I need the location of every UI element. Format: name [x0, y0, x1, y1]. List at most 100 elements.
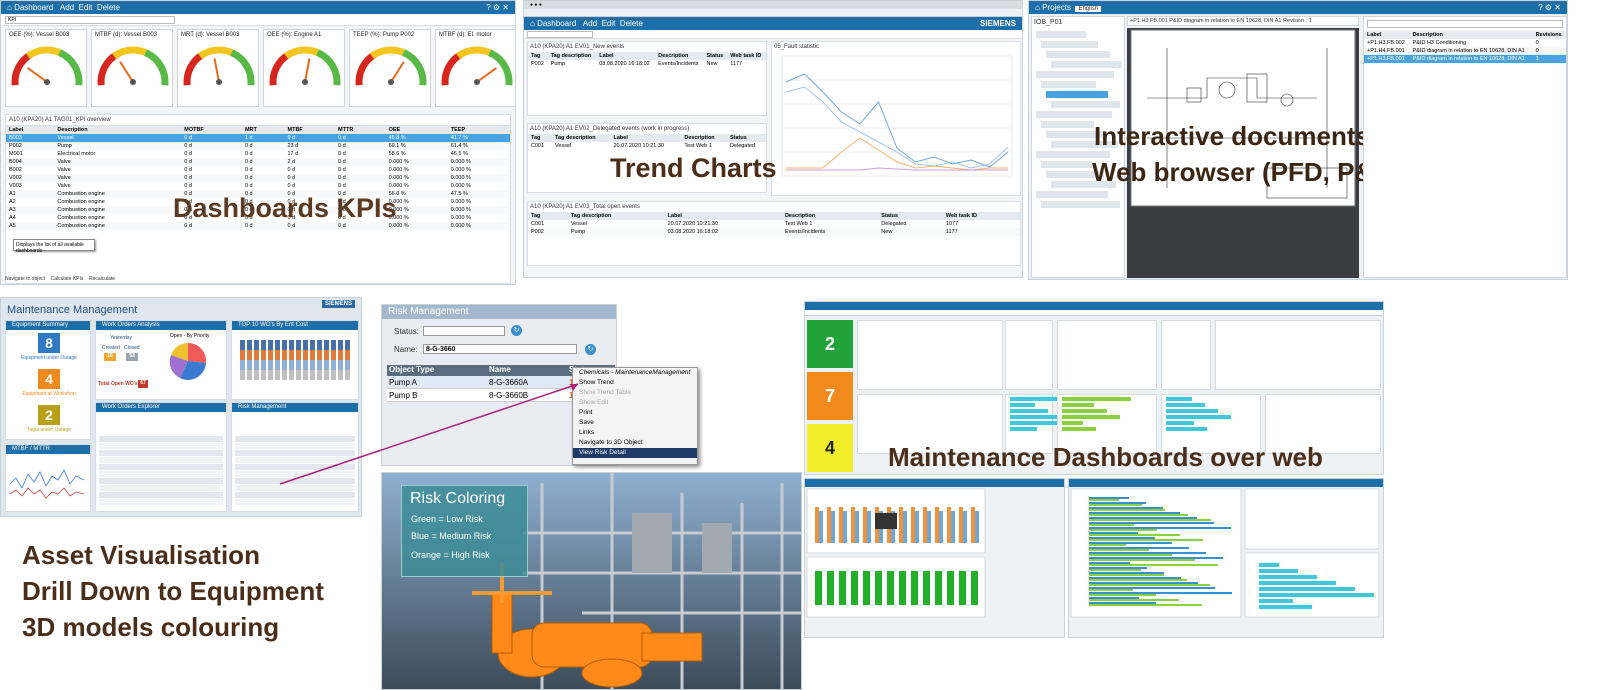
- name-search-icon[interactable]: ↻: [585, 344, 596, 355]
- table-row[interactable]: B002 Valve 0 d 0 d 0 d 0 d 0.000 % 0.000 %: [6, 166, 510, 174]
- column-header[interactable]: Tag description: [567, 212, 665, 220]
- kpi-gauge[interactable]: OEE (%): Engine A1: [263, 29, 345, 107]
- column-header[interactable]: Name: [487, 365, 567, 376]
- home-icon[interactable]: ⌂: [7, 3, 12, 12]
- table-row[interactable]: [99, 478, 223, 484]
- column-header[interactable]: Description: [655, 52, 704, 60]
- close-icon[interactable]: ✕: [1554, 3, 1561, 12]
- status-tile[interactable]: 2: [807, 320, 853, 368]
- tree-node[interactable]: [1041, 201, 1120, 208]
- equipment-count-tile[interactable]: 8: [38, 333, 60, 353]
- help-icon[interactable]: ?: [486, 3, 490, 12]
- table-row[interactable]: C001 Vessel 20.07.2020 10:21:30 Test Web 1 D…: [528, 220, 1020, 228]
- tree-node[interactable]: [1041, 161, 1092, 168]
- tree-node[interactable]: [1046, 51, 1110, 58]
- column-header[interactable]: Status: [703, 52, 728, 60]
- column-header[interactable]: Label: [1364, 31, 1410, 39]
- status-select[interactable]: [423, 326, 505, 336]
- column-header[interactable]: Status: [878, 212, 943, 220]
- table-row[interactable]: [99, 492, 223, 498]
- column-header[interactable]: OEE: [385, 126, 448, 134]
- status-tile[interactable]: 7: [807, 372, 853, 420]
- column-header[interactable]: Tag: [528, 212, 568, 220]
- table-row[interactable]: P002 Pump 0 d0 d 23 d0 d 69.1 % 61.4 %: [6, 142, 510, 150]
- column-header[interactable]: Description: [681, 134, 727, 142]
- document-row[interactable]: +P1.H4.FB.001 P&ID diagram in relation to…: [1364, 47, 1566, 55]
- column-header[interactable]: Label: [6, 126, 55, 134]
- tree-node[interactable]: [1041, 81, 1096, 88]
- table-row[interactable]: [235, 499, 355, 505]
- add-button[interactable]: Add: [583, 19, 597, 28]
- table-row[interactable]: [99, 485, 223, 491]
- dashboard-widget[interactable]: [1161, 320, 1211, 390]
- dashboard-tab[interactable]: Dashboard: [14, 3, 53, 12]
- column-header[interactable]: MTBF: [284, 126, 336, 134]
- column-header[interactable]: Tag: [528, 134, 553, 142]
- tree-node[interactable]: [1036, 71, 1114, 78]
- project-tree-root[interactable]: IOB_P01: [1032, 17, 1124, 28]
- table-row[interactable]: [99, 464, 223, 470]
- home-icon[interactable]: ⌂: [1035, 3, 1040, 12]
- language-select[interactable]: English: [1075, 6, 1102, 12]
- edit-button[interactable]: Edit: [602, 19, 616, 28]
- table-row[interactable]: [99, 457, 223, 463]
- tree-node[interactable]: [1041, 121, 1094, 128]
- tree-node[interactable]: [1036, 111, 1112, 118]
- recalculate-button[interactable]: Recalculate: [89, 276, 115, 282]
- column-header[interactable]: Description: [781, 212, 879, 220]
- column-header[interactable]: Description: [1409, 31, 1533, 39]
- delete-button[interactable]: Delete: [620, 19, 643, 28]
- tree-node[interactable]: [1036, 191, 1108, 198]
- dashboard-widget[interactable]: [1005, 320, 1053, 390]
- maint-web-tabs[interactable]: [805, 310, 1383, 316]
- table-row[interactable]: [99, 443, 223, 449]
- table-row[interactable]: B004 Valve 0 d0 d2 d0 d 0.000 % 0.000 %: [6, 158, 510, 166]
- equipment-count-tile[interactable]: 2: [38, 405, 60, 425]
- settings-icon[interactable]: ⚙: [1545, 3, 1552, 12]
- table-row[interactable]: V002 Valve 0 d0 d0 d0 d 0.000 % 0.000 %: [6, 174, 510, 182]
- trend-filter-select[interactable]: [527, 31, 593, 38]
- column-header[interactable]: Revisions: [1532, 31, 1566, 39]
- tree-node[interactable]: [1036, 31, 1086, 38]
- table-row[interactable]: M001 Electrical motor 0 d 0 d 17 d 0 d 58.6 % 4…: [6, 150, 510, 158]
- column-header[interactable]: Label: [610, 134, 682, 142]
- column-header[interactable]: TEEP: [447, 126, 510, 134]
- column-header[interactable]: Web task ID: [942, 212, 1020, 220]
- document-row[interactable]: +P1.H3.FB.002 P&ID H3 Conditioning 0: [1364, 39, 1566, 47]
- kpi-gauge[interactable]: OEE (%): Vessel B003: [5, 29, 87, 107]
- table-row[interactable]: C001 Vessel 20.07.2020 10:21:30 Test Web 1 D…: [528, 142, 766, 150]
- kpi-gauge[interactable]: MRT (d): Vessel B003: [177, 29, 259, 107]
- tree-node[interactable]: [1051, 61, 1122, 68]
- column-header[interactable]: Description: [54, 126, 182, 134]
- edit-button[interactable]: Edit: [79, 3, 93, 12]
- equipment-count-tile[interactable]: 4: [38, 369, 60, 389]
- kpi-gauge[interactable]: TEEP (%): Pump P002: [349, 29, 431, 107]
- delete-button[interactable]: Delete: [97, 3, 120, 12]
- column-header[interactable]: MTTR: [335, 126, 386, 134]
- column-header[interactable]: Object Type: [387, 365, 487, 376]
- dashboard-widget[interactable]: [1215, 320, 1381, 390]
- pid-drawing-viewer[interactable]: [1127, 28, 1359, 278]
- column-header[interactable]: Tag description: [547, 52, 597, 60]
- browser-tabbar[interactable]: ● ● ●: [524, 1, 1022, 9]
- dashboard-widget[interactable]: [857, 320, 1003, 390]
- column-header[interactable]: Label: [596, 52, 656, 60]
- document-search-input[interactable]: [1367, 20, 1563, 28]
- kpi-gauge[interactable]: MTBF (d): Vessel B003: [91, 29, 173, 107]
- table-row[interactable]: P002 Pump 03.08.2020 16:18:02 Events/Incide…: [528, 228, 1020, 236]
- add-button[interactable]: Add: [60, 3, 74, 12]
- calculate-kpis-button[interactable]: Calculate KPIs: [51, 276, 84, 282]
- column-header[interactable]: Tag description: [552, 134, 611, 142]
- context-menu-item[interactable]: Chemicals - MaintenanceManagement: [573, 368, 697, 378]
- column-header[interactable]: Web task ID: [727, 52, 766, 60]
- dashboard-widget[interactable]: [1057, 320, 1157, 390]
- table-row[interactable]: [99, 450, 223, 456]
- kpi-gauge[interactable]: MTBF (d): El. motor: [435, 29, 515, 107]
- status-refresh-icon[interactable]: ↻: [511, 325, 522, 336]
- column-header[interactable]: Status: [726, 134, 766, 142]
- table-row[interactable]: [99, 499, 223, 505]
- table-row[interactable]: [235, 492, 355, 498]
- name-input[interactable]: 8-G-3660: [423, 344, 577, 354]
- table-row[interactable]: V003 Valve 0 d 0 d 0 d 0 d 0.000 % 0.000 %: [6, 182, 510, 190]
- browser-addressbar[interactable]: [524, 9, 1022, 17]
